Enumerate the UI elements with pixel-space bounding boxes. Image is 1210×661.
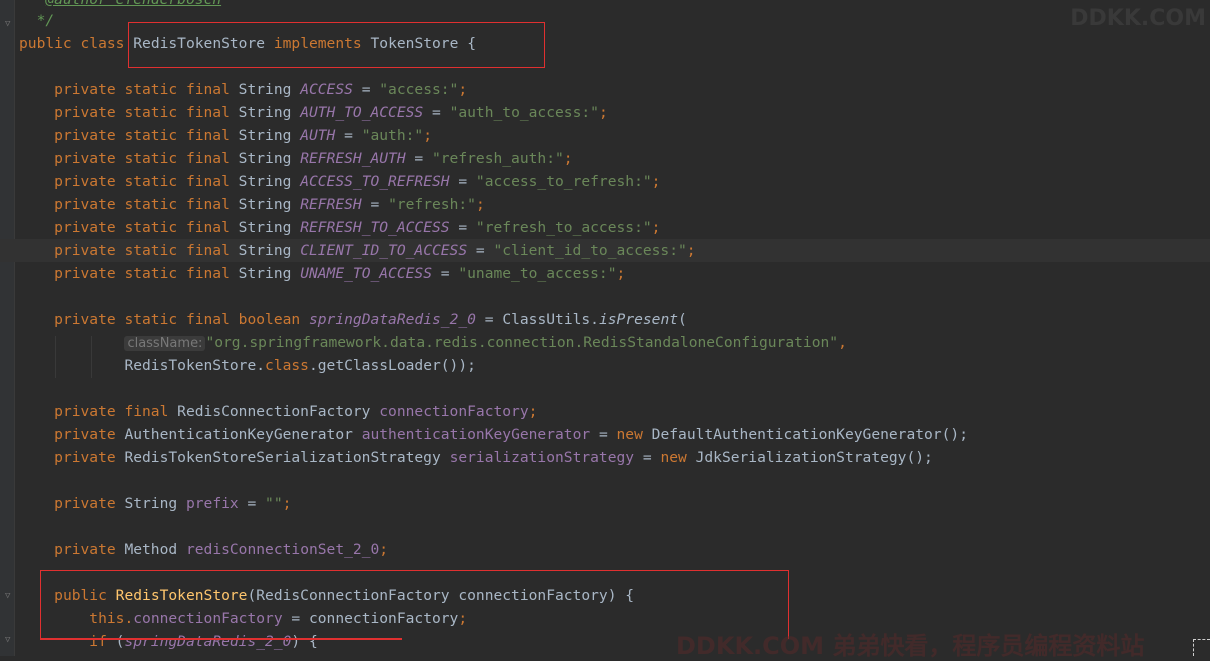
class-loader-line: RedisTokenStore.class.getClassLoader()); xyxy=(124,357,476,374)
constant-line: private static final String REFRESH_TO_A… xyxy=(54,219,661,236)
constant-line: private static final String ACCESS = "ac… xyxy=(54,81,468,98)
constant-line: private static final String AUTH = "auth… xyxy=(54,127,433,144)
constant-line: private static final String ACCESS_TO_RE… xyxy=(54,173,661,190)
constant-line: private static final String AUTH_TO_ACCE… xyxy=(54,104,608,121)
constant-line: private static final String UNAME_TO_ACC… xyxy=(54,265,626,282)
constant-line: private static final String REFRESH = "r… xyxy=(54,196,485,213)
editor-gutter xyxy=(0,0,14,656)
highlight-box-bottom-edge xyxy=(40,638,402,640)
constant-line: private static final String REFRESH_AUTH… xyxy=(54,150,573,167)
field-connection-factory: private final RedisConnectionFactory con… xyxy=(54,403,538,420)
is-present-arg-line: className: "org.springframework.data.redi… xyxy=(19,331,847,354)
fold-marker-icon[interactable]: ▽ xyxy=(5,592,13,601)
code-line-comment-end: */ xyxy=(36,12,55,29)
highlight-box-class xyxy=(128,22,545,68)
gutter-divider xyxy=(14,0,15,656)
field-prefix: private String prefix = ""; xyxy=(54,495,292,512)
fold-marker-icon[interactable]: ▽ xyxy=(5,636,13,645)
field-key-generator: private AuthenticationKeyGenerator authe… xyxy=(54,426,968,443)
field-serialization-strategy: private RedisTokenStoreSerializationStra… xyxy=(54,449,933,466)
fold-marker-icon[interactable]: ▽ xyxy=(5,20,13,29)
field-method: private Method redisConnectionSet_2_0; xyxy=(54,541,389,558)
spring-data-redis-line: private static final boolean springDataR… xyxy=(54,311,687,328)
watermark-top: DDKK.COM xyxy=(1070,6,1206,31)
selection-corner xyxy=(1193,639,1210,656)
constant-line-current: private static final String CLIENT_ID_TO… xyxy=(0,239,1210,262)
code-editor[interactable]: @author efenderbosch */ public class Red… xyxy=(0,0,1210,656)
parameter-hint: className: xyxy=(124,336,206,351)
